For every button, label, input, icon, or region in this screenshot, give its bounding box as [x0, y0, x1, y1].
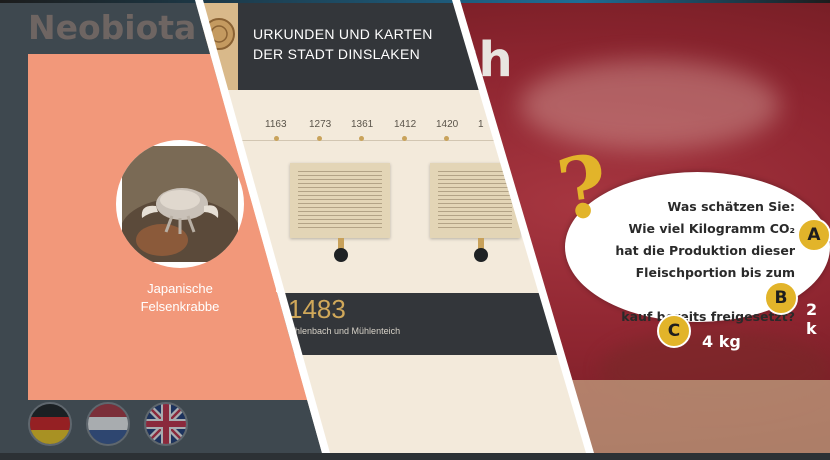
document-caption: ühlenbach und Mühlenteich [290, 326, 401, 336]
timeline-dot [444, 136, 449, 141]
timeline-year[interactable]: 1412 [394, 119, 416, 130]
question-line: Was schätzen Sie: [667, 199, 796, 214]
timeline-year[interactable]: 1420 [436, 119, 458, 130]
question-line: hat die Produktion dieser [615, 243, 795, 258]
timeline-dot [402, 136, 407, 141]
option-c-button[interactable]: C [657, 314, 691, 348]
wax-seal [474, 248, 488, 262]
timeline-year[interactable]: 1273 [309, 119, 331, 130]
option-a-button[interactable]: A [797, 218, 830, 252]
species-label: Japanische Felsenkrabbe [100, 280, 260, 316]
timeline-year[interactable]: 1 [478, 119, 484, 130]
uk-flag-icon[interactable] [144, 402, 188, 446]
option-b-button[interactable]: B [764, 281, 798, 315]
selected-year: 1483 [288, 294, 346, 324]
neobiota-title: Neobiota i [28, 8, 220, 47]
urkunden-title-line1: URKUNDEN UND KARTEN [253, 26, 433, 42]
dutch-flag-icon[interactable] [86, 402, 130, 446]
german-flag-icon[interactable] [28, 402, 72, 446]
answer-c-label: 4 kg [702, 332, 741, 351]
question-line: Wie viel Kilogramm CO₂ [628, 221, 795, 236]
timeline-dot [317, 136, 322, 141]
crab-image[interactable] [116, 140, 244, 268]
urkunden-title-line2: DER STADT DINSLAKEN [253, 46, 420, 62]
top-accent-line [0, 0, 830, 3]
question-mark-icon: ? [551, 135, 614, 240]
timeline-year[interactable]: 1163 [265, 119, 287, 130]
urkunden-title: URKUNDEN UND KARTEN DER STADT DINSLAKEN [253, 24, 433, 64]
timeline-dot [359, 136, 364, 141]
species-label-line2: Felsenkrabbe [140, 299, 220, 314]
species-label-line1: Japanische [147, 281, 213, 296]
document-thumbnail[interactable] [290, 163, 390, 238]
meat-marbling [520, 60, 780, 150]
timeline-year[interactable]: 1361 [351, 119, 373, 130]
wax-seal [334, 248, 348, 262]
answer-b-label: 2 k [806, 300, 818, 338]
timeline-dot [274, 136, 279, 141]
